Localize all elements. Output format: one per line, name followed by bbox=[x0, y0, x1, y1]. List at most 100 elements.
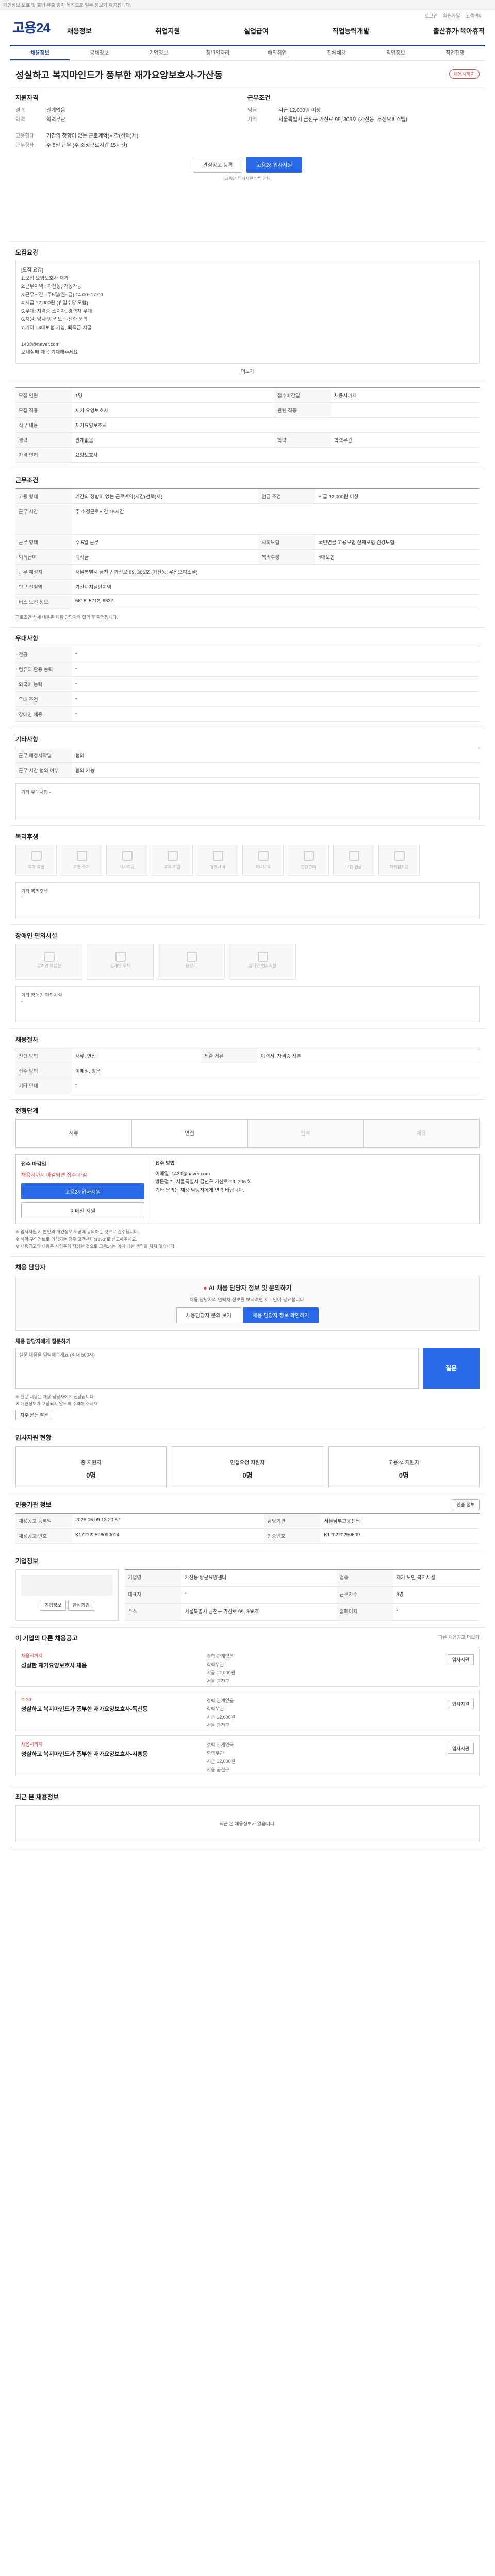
apply-main-button[interactable]: 고용24 입사지원 bbox=[21, 1183, 144, 1199]
subtab[interactable]: 전체채용 bbox=[307, 46, 366, 60]
other-apply-button[interactable]: 입사지원 bbox=[447, 1654, 474, 1665]
subtab[interactable]: 직업정보 bbox=[366, 46, 425, 60]
welfare-icon bbox=[304, 851, 314, 861]
top-notice: 개인정보 보호 및 불법 유출 방지 목적으로 일부 정보가 제공됩니다. bbox=[0, 0, 495, 10]
job-title: 성실하고 복지마인드가 풍부한 재가요양보호사-가산동 bbox=[15, 70, 223, 80]
subtab[interactable]: 직업전망 bbox=[425, 46, 485, 60]
welfare-grid: 휴가·휴일 교통·주차 식사제공 교육·지원 경조사비 자녀보육 건강관리 보험… bbox=[15, 845, 480, 876]
nav-item[interactable]: 취업지원 bbox=[156, 26, 180, 36]
disability-item: 승강기 bbox=[158, 944, 225, 980]
disability-section: 장애인 편의시설 장애인 화장실 장애인 주차 승강기 장애인 편의시설 기타 … bbox=[10, 925, 485, 1029]
welfare-icon bbox=[77, 851, 87, 861]
disability-item: 장애인 화장실 bbox=[15, 944, 82, 980]
deadline-text: 채용시까지 마감되면 접수 마감 bbox=[21, 1173, 87, 1178]
status-section: 입사지원 현황 총 지원자 0명 면접요청 지원자 0명 고용24 지원자 0명 bbox=[10, 1427, 485, 1494]
step-item: 서류 bbox=[16, 1120, 132, 1147]
status-stats: 총 지원자 0명 면접요청 지원자 0명 고용24 지원자 0명 bbox=[15, 1446, 480, 1487]
subtab[interactable]: 공채정보 bbox=[70, 46, 129, 60]
contact-info-button[interactable]: 채용 담당자 정보 확인하기 bbox=[242, 1307, 319, 1323]
subtab[interactable]: 채용정보 bbox=[10, 46, 70, 60]
nav-item[interactable]: 실업급여 bbox=[244, 26, 269, 36]
faq-link[interactable]: 자주 묻는 질문 bbox=[15, 1410, 53, 1420]
company-fav-button[interactable]: 관심기업 bbox=[68, 1600, 94, 1611]
conditions-table: 고용 형태 기간의 정함이 없는 근로계약(시간(선택)제) 임금 조건 시급 12,… bbox=[15, 488, 480, 609]
contact-notes: ※ 질문 내용은 채용 담당자에게 전달됩니다. ※ 개인정보가 포함되지 않도록… bbox=[15, 1394, 100, 1406]
welfare-item: 휴가·휴일 bbox=[15, 845, 57, 876]
other-job-title: 성실하고 복지마인드가 풍부한 재가요양보호사-시흥동 bbox=[21, 1751, 148, 1757]
nav-item[interactable]: 직업능력개발 bbox=[333, 26, 370, 36]
apply-button[interactable]: 고용24 입사지원 bbox=[246, 157, 302, 173]
welfare-icon bbox=[349, 851, 359, 861]
work-heading: 근무조건 bbox=[248, 94, 271, 101]
work-row: 고용형태 기간의 정함이 없는 근로계약(시간(선택)제) bbox=[15, 133, 139, 139]
process-table: 전형 방법 서류, 면접 제출 서류 이력서, 자격증 사본 접수 방법 이메일, 방문… bbox=[15, 1048, 480, 1093]
welfare-item: 경조사비 bbox=[197, 845, 238, 876]
contact-section: 채용 담당자 ● AI 채용 담당자 정보 및 문의하기 채용 담당자의 연락처… bbox=[10, 1257, 485, 1427]
etc-section: 기타사항 근무 예정시작일 협의 근무 시간 협의 여부 협의 가능 기타 우대사항… bbox=[10, 728, 485, 826]
step-item: 합격 bbox=[248, 1120, 364, 1147]
other-apply-button[interactable]: 입사지원 bbox=[447, 1743, 474, 1754]
status-heading: 입사지원 현황 bbox=[15, 1434, 52, 1442]
contact-heading: 채용 담당자 bbox=[15, 1264, 46, 1271]
contact-inquiry-button[interactable]: 채용담당자 문의 보기 bbox=[176, 1307, 241, 1323]
nav-item[interactable]: 출산휴가·육아휴직 bbox=[433, 26, 485, 36]
util-join[interactable]: 회원가입 bbox=[443, 13, 460, 19]
company-info-button[interactable]: 기업정보 bbox=[40, 1600, 67, 1611]
facility-icon bbox=[116, 952, 126, 962]
facility-icon bbox=[187, 952, 197, 962]
subtab[interactable]: 청년일자리 bbox=[188, 46, 248, 60]
site-logo[interactable]: 고용24 bbox=[12, 18, 51, 37]
stat-card: 고용24 지원자 0명 bbox=[328, 1446, 480, 1487]
pref-section: 우대사항 전공 - 컴퓨터 활용 능력 - 외국어 능력 - 우대 조건 - 장애인 채… bbox=[10, 628, 485, 728]
question-input[interactable] bbox=[15, 1348, 419, 1389]
recent-section: 최근 본 채용정보 최근 본 채용정보가 없습니다. bbox=[10, 1786, 485, 1848]
welfare-section: 복리후생 휴가·휴일 교통·주차 식사제공 교육·지원 경조사비 자녀보육 건강… bbox=[10, 826, 485, 925]
disability-item: 장애인 편의시설 bbox=[229, 944, 296, 980]
sub-tabs: 채용정보 공채정보 기업정보 청년일자리 해외취업 전체채용 직업정보 직업전망 bbox=[10, 46, 485, 61]
recruit-row: 경력 관계없음 bbox=[15, 108, 65, 113]
more-button[interactable]: 더보기 bbox=[15, 368, 480, 375]
work-row: 임금 시급 12,000원 이상 bbox=[248, 108, 321, 113]
cert-info-button[interactable]: 인증 정보 bbox=[452, 1499, 480, 1510]
company-logo bbox=[21, 1575, 113, 1596]
conditions-note: 근로조건 상세 내용은 채용 담당자와 협의 후 확정됩니다. bbox=[15, 615, 118, 620]
work-row: 지역 서울특별시 금천구 가산로 99, 306호 (가산동, 우신오피스텔) bbox=[248, 117, 407, 123]
job-title-area: 성실하고 복지마인드가 풍부한 재가요양보호사-가산동 채용시까지 bbox=[10, 61, 485, 87]
others-more-link[interactable]: 다른 채용공고 더보기 bbox=[438, 1634, 480, 1640]
subtab[interactable]: 기업정보 bbox=[129, 46, 188, 60]
pref-table: 전공 - 컴퓨터 활용 능력 - 외국어 능력 - 우대 조건 - 장애인 채용 - bbox=[15, 647, 480, 722]
stat-card: 면접요청 지원자 0명 bbox=[172, 1446, 323, 1487]
welfare-icon bbox=[394, 851, 405, 861]
company-table: 기업명 가산동 방문요양센터 업종 재가 노인 복지시설 대표자 - 근로자수 3명 주소 서… bbox=[125, 1569, 480, 1621]
util-login[interactable]: 로그인 bbox=[425, 13, 438, 19]
other-job-item[interactable]: 채용시까지 성실한 재가요양보호사 채용 경력 관계없음 학력무관 시급 12,000… bbox=[15, 1647, 480, 1687]
detail-body: [모집 요강] 1.모집 요양보호사 재가 2.근무지역 : 가산동, 가동가능 3… bbox=[15, 261, 480, 364]
recent-heading: 최근 본 채용정보 bbox=[15, 1793, 59, 1801]
interest-button[interactable]: 관심공고 등록 bbox=[193, 157, 243, 173]
steps-heading: 전형단계 bbox=[15, 1107, 39, 1114]
nav-item[interactable]: 채용정보 bbox=[67, 26, 92, 36]
facility-icon bbox=[258, 952, 268, 962]
etc-heading: 기타사항 bbox=[15, 736, 39, 743]
question-submit-button[interactable]: 질문 bbox=[423, 1348, 480, 1389]
other-job-item[interactable]: D-30 성실하고 복지마인드가 풍부한 재가요양보호사-독산동 경력 관계없음 학… bbox=[15, 1691, 480, 1731]
subtab[interactable]: 해외취업 bbox=[248, 46, 307, 60]
welfare-icon bbox=[31, 851, 42, 861]
email-apply-button[interactable]: 이메일 지원 bbox=[21, 1202, 144, 1218]
other-apply-button[interactable]: 입사지원 bbox=[447, 1699, 474, 1709]
apply-right: 접수 방법 이메일: 1433@naver.com 방문접수: 서울특별시 금천구… bbox=[155, 1161, 251, 1193]
recruit-heading: 지원자격 bbox=[15, 94, 39, 101]
disability-grid: 장애인 화장실 장애인 주차 승강기 장애인 편의시설 bbox=[15, 944, 480, 980]
info-section: 인증기관 정보 인증 정보 채용공고 등록일 2025.06.09 13:20:5… bbox=[10, 1494, 485, 1550]
info-table: 채용공고 등록일 2025.06.09 13:20:57 담당기관 서울남부고용센터 … bbox=[15, 1513, 480, 1544]
welfare-icon bbox=[168, 851, 178, 861]
step-item: 면접 bbox=[132, 1120, 248, 1147]
info-heading: 인증기관 정보 bbox=[15, 1501, 52, 1509]
apply-notes: ※ 입사지원 시 본인의 개인정보 제공에 동의하는 것으로 간주됩니다. ※ 허… bbox=[15, 1229, 176, 1249]
apply-note[interactable]: 고용24 입사지원 방법 안내 bbox=[15, 176, 480, 181]
util-help[interactable]: 고객센터 bbox=[466, 13, 483, 19]
ai-contact-box: ● AI 채용 담당자 정보 및 문의하기 채용 담당자의 연락처 정보를 보시… bbox=[15, 1276, 480, 1331]
detail-heading: 모집요강 bbox=[15, 249, 39, 256]
other-job-item[interactable]: 채용시까지 성실하고 복지마인드가 풍부한 재가요양보호사-시흥동 경력 관계없음… bbox=[15, 1735, 480, 1775]
recent-empty: 최근 본 채용정보가 없습니다. bbox=[15, 1805, 480, 1841]
